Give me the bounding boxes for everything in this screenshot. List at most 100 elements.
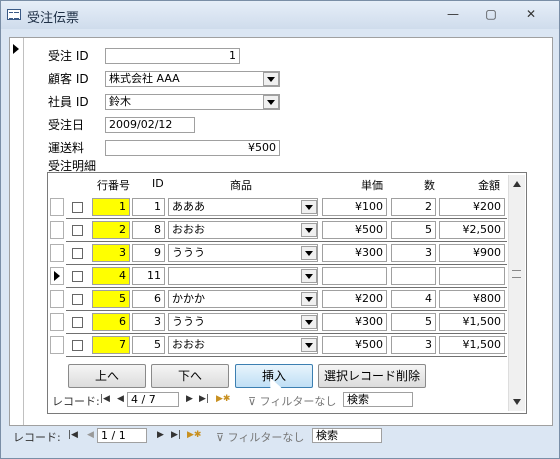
chevron-down-icon[interactable] — [301, 223, 317, 237]
new-record-icon[interactable]: ▶✱ — [216, 394, 230, 404]
row-product-combo[interactable]: かかか — [168, 290, 318, 308]
row-id-cell[interactable]: 9 — [132, 244, 165, 262]
row-price-cell[interactable]: ¥300 — [322, 313, 387, 331]
row-checkbox[interactable] — [72, 202, 83, 213]
row-product-combo[interactable]: おおお — [168, 221, 318, 239]
row-price-cell[interactable]: ¥200 — [322, 290, 387, 308]
close-button[interactable]: ✕ — [519, 5, 543, 23]
row-price-cell[interactable] — [322, 267, 387, 285]
row-price-cell[interactable]: ¥300 — [322, 244, 387, 262]
row-id-cell[interactable]: 8 — [132, 221, 165, 239]
row-id-cell[interactable]: 1 — [132, 198, 165, 216]
chevron-down-icon[interactable] — [263, 72, 279, 86]
row-number-cell[interactable]: 7 — [92, 336, 130, 354]
row-checkbox[interactable] — [72, 225, 83, 236]
subform-scrollbar[interactable] — [508, 175, 525, 411]
row-qty-cell[interactable]: 2 — [391, 198, 436, 216]
row-product-combo[interactable] — [168, 267, 318, 285]
row-selector[interactable] — [50, 313, 64, 331]
row-product-combo[interactable]: ううう — [168, 313, 318, 331]
employee-combo[interactable]: 鈴木 — [105, 94, 280, 110]
row-number-cell[interactable]: 3 — [92, 244, 130, 262]
row-product-combo[interactable]: ううう — [168, 244, 318, 262]
chevron-down-icon[interactable] — [301, 315, 317, 329]
row-number-cell[interactable]: 1 — [92, 198, 130, 216]
row-checkbox[interactable] — [72, 340, 83, 351]
subform-record-position[interactable]: 4 / 7 — [127, 392, 179, 407]
row-qty-cell[interactable]: 4 — [391, 290, 436, 308]
order-date-field[interactable]: 2009/02/12 — [105, 117, 195, 133]
prev-record-icon[interactable]: ◀ — [117, 394, 124, 404]
customer-combo[interactable]: 株式会社 AAA — [105, 71, 280, 87]
row-number-cell[interactable]: 2 — [92, 221, 130, 239]
row-price-cell[interactable]: ¥500 — [322, 336, 387, 354]
row-qty-cell[interactable]: 3 — [391, 244, 436, 262]
main-filter-indicator[interactable]: ⊽ フィルターなし — [216, 429, 304, 445]
row-amount-cell[interactable]: ¥1,500 — [439, 313, 505, 331]
col-header-row-no: 行番号 — [97, 179, 130, 192]
main-first-record-icon[interactable]: |◀ — [68, 430, 78, 440]
row-id-cell[interactable]: 5 — [132, 336, 165, 354]
maximize-button[interactable]: ▢ — [479, 5, 503, 23]
main-prev-record-icon[interactable]: ◀ — [87, 430, 94, 440]
row-id-cell[interactable]: 11 — [132, 267, 165, 285]
row-number-cell[interactable]: 6 — [92, 313, 130, 331]
main-record-position[interactable]: 1 / 1 — [97, 428, 147, 443]
row-price-cell[interactable]: ¥100 — [322, 198, 387, 216]
main-new-record-icon[interactable]: ▶✱ — [187, 430, 201, 440]
minimize-button[interactable]: — — [441, 5, 465, 23]
row-selector[interactable] — [50, 336, 64, 354]
col-header-price: 単価 — [361, 179, 383, 192]
subform-search-input[interactable]: 検索 — [343, 392, 413, 407]
title-bar[interactable]: 受注伝票 — ▢ ✕ — [1, 1, 559, 29]
row-amount-cell[interactable]: ¥800 — [439, 290, 505, 308]
row-checkbox[interactable] — [72, 317, 83, 328]
row-amount-cell[interactable]: ¥1,500 — [439, 336, 505, 354]
delete-selected-button[interactable]: 選択レコード削除 — [318, 364, 426, 388]
last-record-icon[interactable]: ▶| — [199, 394, 209, 404]
chevron-down-icon[interactable] — [301, 338, 317, 352]
row-selector[interactable] — [50, 221, 64, 239]
row-id-cell[interactable]: 6 — [132, 290, 165, 308]
subform-filter-indicator[interactable]: ⊽ フィルターなし — [248, 393, 336, 409]
scroll-grip[interactable] — [512, 270, 521, 278]
row-qty-cell[interactable] — [391, 267, 436, 285]
scroll-down-icon[interactable] — [513, 399, 521, 405]
main-search-input[interactable]: 検索 — [312, 428, 382, 443]
main-last-record-icon[interactable]: ▶| — [171, 430, 181, 440]
row-checkbox[interactable] — [72, 248, 83, 259]
chevron-down-icon[interactable] — [263, 95, 279, 109]
row-amount-cell[interactable]: ¥200 — [439, 198, 505, 216]
chevron-down-icon[interactable] — [301, 292, 317, 306]
row-amount-cell[interactable]: ¥900 — [439, 244, 505, 262]
row-selector[interactable] — [50, 244, 64, 262]
main-next-record-icon[interactable]: ▶ — [157, 430, 164, 440]
move-up-button[interactable]: 上へ — [68, 364, 146, 388]
row-checkbox[interactable] — [72, 271, 83, 282]
row-number-cell[interactable]: 5 — [92, 290, 130, 308]
next-record-icon[interactable]: ▶ — [186, 394, 193, 404]
scroll-up-icon[interactable] — [513, 181, 521, 187]
chevron-down-icon[interactable] — [301, 200, 317, 214]
row-id-cell[interactable]: 3 — [132, 313, 165, 331]
row-amount-cell[interactable] — [439, 267, 505, 285]
record-selector[interactable] — [10, 38, 24, 425]
order-id-field[interactable]: 1 — [105, 48, 240, 64]
row-price-cell[interactable]: ¥500 — [322, 221, 387, 239]
shipping-field[interactable]: ¥500 — [105, 140, 280, 156]
row-selector[interactable] — [50, 198, 64, 216]
row-amount-cell[interactable]: ¥2,500 — [439, 221, 505, 239]
chevron-down-icon[interactable] — [301, 246, 317, 260]
row-qty-cell[interactable]: 3 — [391, 336, 436, 354]
move-down-button[interactable]: 下へ — [151, 364, 229, 388]
row-number-cell[interactable]: 4 — [92, 267, 130, 285]
row-product-combo[interactable]: あああ — [168, 198, 318, 216]
row-product-combo[interactable]: おおお — [168, 336, 318, 354]
row-qty-cell[interactable]: 5 — [391, 221, 436, 239]
row-checkbox[interactable] — [72, 294, 83, 305]
row-selector[interactable] — [50, 290, 64, 308]
chevron-down-icon[interactable] — [301, 269, 317, 283]
row-qty-cell[interactable]: 5 — [391, 313, 436, 331]
first-record-icon[interactable]: |◀ — [100, 394, 110, 404]
row-selector[interactable] — [50, 267, 64, 285]
